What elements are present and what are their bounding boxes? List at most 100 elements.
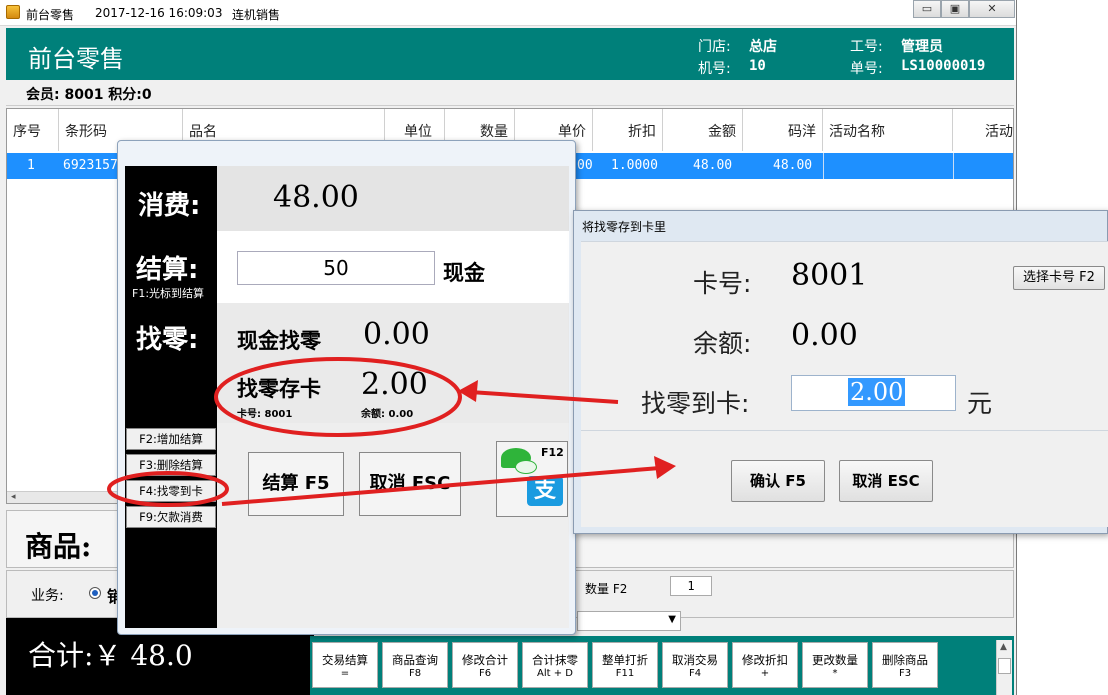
close-button[interactable]: ✕ (969, 0, 1015, 18)
confirm-button[interactable]: 确认 F5 (731, 460, 825, 502)
col-header-list-price[interactable]: 码洋 (743, 109, 823, 151)
chevron-down-icon: ▼ (668, 614, 676, 625)
horizontal-scrollbar[interactable]: ◂ (7, 491, 127, 503)
radio-dot-icon (92, 590, 98, 596)
cell-list-price: 48.00 (773, 158, 813, 173)
dialog-divider (581, 430, 1108, 431)
function-button[interactable]: 修改折扣 + (732, 642, 798, 688)
function-button[interactable]: 取消交易 F4 (662, 642, 728, 688)
card-balance-info: 余额: 0.00 (361, 409, 414, 420)
maximize-button[interactable]: ▣ (941, 0, 969, 18)
settle-button[interactable]: 结算 F5 (248, 452, 344, 516)
scroll-up-icon[interactable]: ▲ (1000, 642, 1007, 652)
col-header-seq[interactable]: 序号 (7, 109, 59, 151)
function-button-key: F4 (688, 668, 702, 679)
function-button[interactable]: 修改合计 F6 (452, 642, 518, 688)
add-settlement-button[interactable]: F2:增加结算 (126, 428, 216, 450)
col-header-discount[interactable]: 折扣 (593, 109, 663, 151)
member-bar: 会员: 8001 积分:0 (6, 80, 1014, 106)
settle-method: 现金 (443, 261, 485, 285)
app-icon (6, 5, 20, 19)
cell-amount: 48.00 (693, 158, 733, 173)
change-to-card-dialog: 将找零存到卡里 卡号: 8001 选择卡号 F2 余额: 0.00 找零到卡: … (573, 210, 1108, 534)
scroll-thumb[interactable] (998, 658, 1011, 674)
machine-value: 10 (749, 58, 766, 74)
card-change-label: 找零存卡 (237, 377, 321, 401)
wechat-bubble-icon (515, 460, 537, 474)
debt-consume-button[interactable]: F9:欠款消费 (126, 506, 216, 528)
employee-value: 管理员 (901, 39, 943, 55)
settle-hint: F1:光标到结算 (132, 287, 205, 300)
cash-change-value: 0.00 (363, 317, 430, 352)
scan-pay-key: F12 (541, 446, 564, 459)
minimize-button[interactable]: ▭ (913, 0, 941, 18)
order-label: 单号: (850, 61, 883, 77)
datetime: 2017-12-16 16:09:03 (95, 6, 223, 20)
change-amount-input[interactable]: 2.00 (791, 375, 956, 411)
dialog-cancel-button[interactable]: 取消 ESC (839, 460, 933, 502)
scan-pay-button[interactable]: F12 支 (496, 441, 568, 517)
member-info: 会员: 8001 积分:0 (26, 87, 152, 103)
currency-unit: 元 (967, 389, 993, 418)
col-header-promo-type[interactable]: 活动类 (953, 109, 1013, 151)
order-value: LS10000019 (901, 58, 986, 74)
col-header-promo-name[interactable]: 活动名称 (823, 109, 953, 151)
goods-label: 商品: (25, 530, 92, 563)
function-button[interactable]: 交易结算 = (312, 642, 378, 688)
function-button[interactable]: 商品查询 F8 (382, 642, 448, 688)
function-button-label: 商品查询 (392, 653, 438, 667)
change-to-card-button[interactable]: F4:找零到卡 (126, 480, 216, 502)
function-button[interactable]: 更改数量 * (802, 642, 868, 688)
qty-input[interactable]: 1 (670, 576, 712, 596)
title-bar: 前台零售 2017-12-16 16:09:03 连机销售 ▭ ▣ ✕ (0, 0, 1016, 26)
function-button-label: 修改折扣 (742, 653, 788, 667)
select-card-button[interactable]: 选择卡号 F2 (1013, 266, 1105, 290)
dropdown-select[interactable]: ▼ (577, 611, 681, 631)
dialog-title: 将找零存到卡里 (582, 220, 667, 234)
card-number-label: 卡号: (693, 269, 752, 298)
cell-divider (953, 153, 954, 179)
card-change-value: 2.00 (361, 367, 428, 402)
total-amount: 合计:￥ 48.0 (28, 639, 193, 672)
function-button-label: 更改数量 (812, 653, 858, 667)
function-button[interactable]: 删除商品 F3 (872, 642, 938, 688)
function-button[interactable]: 合计抹零 Alt + D (522, 642, 588, 688)
consume-row: 48.00 (217, 166, 569, 231)
page-title: 前台零售 (28, 45, 124, 73)
change-to-card-label: 找零到卡: (641, 389, 750, 418)
change-section: 现金找零 0.00 找零存卡 2.00 卡号: 8001 余额: 0.00 (217, 303, 569, 423)
function-button-key: + (760, 668, 770, 679)
consume-value: 48.00 (273, 180, 359, 215)
cell-discount: 1.0000 (611, 158, 658, 173)
qty-label: 数量 F2 (585, 582, 628, 596)
settle-row: 50 现金 (217, 231, 569, 303)
function-button-label: 交易结算 (322, 653, 368, 667)
function-button-key: * (832, 668, 838, 679)
cancel-button[interactable]: 取消 ESC (359, 452, 461, 516)
function-button-key: = (340, 668, 350, 679)
function-button-label: 取消交易 (672, 653, 718, 667)
employee-label: 工号: (850, 39, 883, 55)
cell-divider (823, 153, 824, 179)
cell-barcode: 6923157 (63, 158, 118, 173)
scroll-left-icon[interactable]: ◂ (11, 492, 16, 502)
consume-label: 消费: (138, 191, 201, 221)
change-dialog-body: 卡号: 8001 选择卡号 F2 余额: 0.00 找零到卡: 2.00 元 确… (581, 241, 1108, 527)
vertical-scrollbar[interactable]: ▲ (996, 640, 1012, 695)
function-button-key: F11 (615, 668, 635, 679)
col-header-amount[interactable]: 金额 (663, 109, 743, 151)
delete-settlement-button[interactable]: F3:删除结算 (126, 454, 216, 476)
settle-label: 结算: (136, 255, 199, 285)
sale-radio[interactable] (89, 587, 101, 599)
cell-unit-price: 00 (577, 158, 593, 173)
function-button-bar: 交易结算 = 商品查询 F8 修改合计 F6 合计抹零 Alt + D 整单打折 F11 取消交易 F… (310, 636, 1014, 695)
change-label: 找零: (136, 325, 199, 355)
function-button-label: 整单打折 (602, 653, 648, 667)
function-button-key: Alt + D (537, 668, 573, 679)
settle-amount-input[interactable]: 50 (237, 251, 435, 285)
function-button[interactable]: 整单打折 F11 (592, 642, 658, 688)
app-name: 前台零售 (26, 8, 75, 22)
cell-seq: 1 (27, 158, 35, 173)
store-value: 总店 (749, 39, 777, 55)
header-band: 前台零售 门店: 总店 机号: 10 工号: 管理员 单号: LS1000001… (6, 28, 1014, 80)
